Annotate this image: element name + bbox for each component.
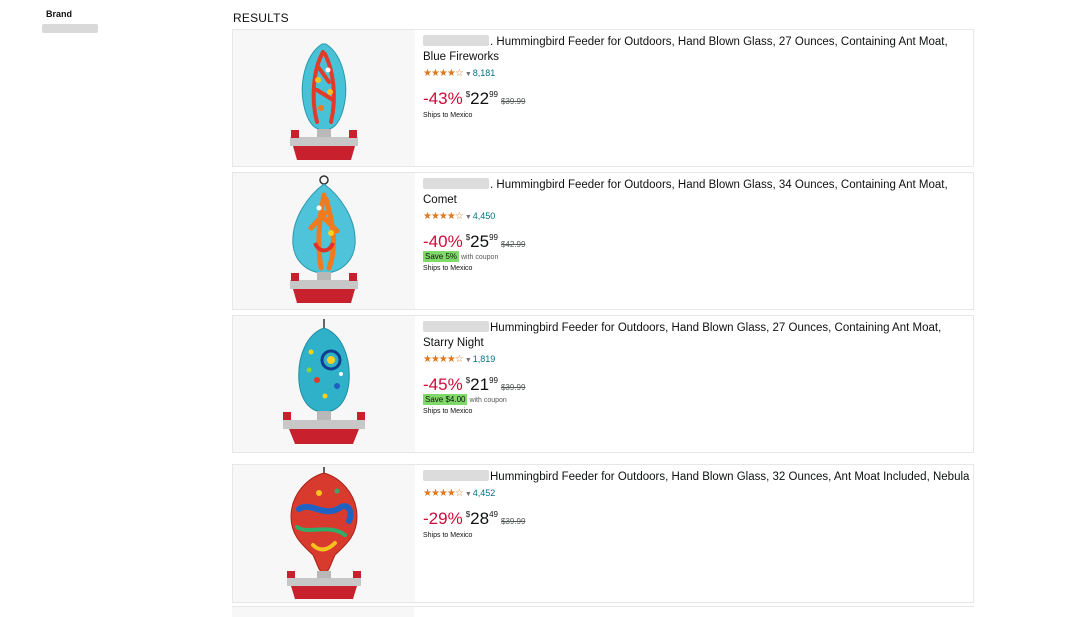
rating-count-link[interactable]: 4,450 [473, 211, 496, 221]
discount-percent: -43% [423, 89, 463, 108]
product-image[interactable] [233, 173, 415, 309]
list-price: $39.99 [500, 383, 526, 392]
product-title: Hummingbird Feeder for Outdoors, Hand Bl… [423, 322, 942, 349]
star-rating-icon[interactable]: ★★★★☆ [423, 68, 464, 79]
product-info: Hummingbird Feeder for Outdoors, Hand Bl… [423, 321, 971, 415]
discount-percent: -29% [423, 509, 463, 528]
price-whole[interactable]: 28 [470, 509, 489, 528]
result-card: Hummingbird Feeder for Outdoors, Hand Bl… [232, 464, 974, 603]
rating-row: ★★★★☆ ▼4,450 [423, 210, 971, 222]
rating-count-link[interactable]: 1,819 [473, 354, 496, 364]
price-whole[interactable]: 25 [470, 232, 489, 251]
price-fraction: 99 [489, 233, 498, 242]
hummingbird-feeder-image [290, 43, 358, 160]
star-rating-icon[interactable]: ★★★★☆ [423, 354, 464, 365]
result-card-partial [232, 606, 974, 617]
coupon-row: Save $4.00 with coupon [423, 394, 971, 405]
rating-row: ★★★★☆ ▼4,452 [423, 487, 971, 499]
redacted-brand [423, 178, 489, 189]
rating-count-link[interactable]: 4,452 [473, 488, 496, 498]
brand-filter-option-redacted[interactable] [42, 24, 98, 33]
product-title-link[interactable]: . Hummingbird Feeder for Outdoors, Hand … [423, 35, 971, 65]
shipping-info: Ships to Mexico [423, 408, 473, 415]
product-title-link[interactable]: Hummingbird Feeder for Outdoors, Hand Bl… [423, 321, 971, 351]
product-title-link[interactable]: . Hummingbird Feeder for Outdoors, Hand … [423, 178, 971, 208]
result-card: . Hummingbird Feeder for Outdoors, Hand … [232, 172, 974, 310]
price-fraction: 49 [489, 510, 498, 519]
rating-count-link[interactable]: 8,181 [473, 68, 496, 78]
hummingbird-feeder-image [283, 319, 365, 444]
chevron-down-icon[interactable]: ▼ [465, 71, 472, 78]
coupon-text: with coupon [460, 254, 499, 261]
hummingbird-feeder-image [287, 467, 361, 599]
filter-sidebar: Brand [0, 0, 220, 611]
shipping-info: Ships to Mexico [423, 112, 473, 119]
price-row: -40% $2599$42.99 [423, 227, 971, 251]
product-info: Hummingbird Feeder for Outdoors, Hand Bl… [423, 470, 971, 539]
discount-percent: -40% [423, 232, 463, 251]
redacted-brand [423, 321, 489, 332]
discount-percent: -45% [423, 375, 463, 394]
product-info: . Hummingbird Feeder for Outdoors, Hand … [423, 178, 971, 272]
list-price: $42.99 [500, 240, 526, 249]
price-fraction: 99 [489, 90, 498, 99]
chevron-down-icon[interactable]: ▼ [465, 491, 472, 498]
product-title: Hummingbird Feeder for Outdoors, Hand Bl… [490, 471, 970, 483]
redacted-brand [423, 35, 489, 46]
product-image[interactable] [233, 316, 415, 452]
product-title-link[interactable]: Hummingbird Feeder for Outdoors, Hand Bl… [423, 470, 971, 485]
list-price: $39.99 [500, 517, 526, 526]
rating-row: ★★★★☆ ▼1,819 [423, 353, 971, 365]
redacted-brand [423, 470, 489, 481]
price-whole[interactable]: 22 [470, 89, 489, 108]
price-fraction: 99 [489, 376, 498, 385]
rating-row: ★★★★☆ ▼8,181 [423, 67, 971, 79]
coupon-badge[interactable]: Save 5% [423, 251, 460, 262]
result-card: Hummingbird Feeder for Outdoors, Hand Bl… [232, 315, 974, 453]
product-image-partial [232, 607, 414, 617]
list-price: $39.99 [500, 97, 526, 106]
hummingbird-feeder-image [290, 175, 358, 303]
coupon-row: Save 5% with coupon [423, 251, 971, 262]
chevron-down-icon[interactable]: ▼ [465, 357, 472, 364]
star-rating-icon[interactable]: ★★★★☆ [423, 488, 464, 499]
product-image[interactable] [233, 465, 415, 602]
shipping-info: Ships to Mexico [423, 265, 473, 272]
product-info: . Hummingbird Feeder for Outdoors, Hand … [423, 35, 971, 119]
star-rating-icon[interactable]: ★★★★☆ [423, 211, 464, 222]
shipping-info: Ships to Mexico [423, 532, 473, 539]
product-title: . Hummingbird Feeder for Outdoors, Hand … [423, 179, 948, 206]
price-row: -29% $2849$39.99 [423, 504, 971, 528]
coupon-text: with coupon [469, 397, 507, 404]
price-row: -45% $2199$39.99 [423, 370, 971, 394]
result-card: . Hummingbird Feeder for Outdoors, Hand … [232, 29, 974, 167]
brand-filter-heading: Brand [46, 9, 73, 19]
price-whole[interactable]: 21 [470, 375, 489, 394]
coupon-badge[interactable]: Save $4.00 [423, 394, 468, 405]
product-image[interactable] [233, 30, 415, 166]
chevron-down-icon[interactable]: ▼ [465, 214, 472, 221]
product-title: . Hummingbird Feeder for Outdoors, Hand … [423, 36, 948, 63]
price-row: -43% $2299$39.99 [423, 84, 971, 108]
results-heading: RESULTS [233, 11, 289, 25]
